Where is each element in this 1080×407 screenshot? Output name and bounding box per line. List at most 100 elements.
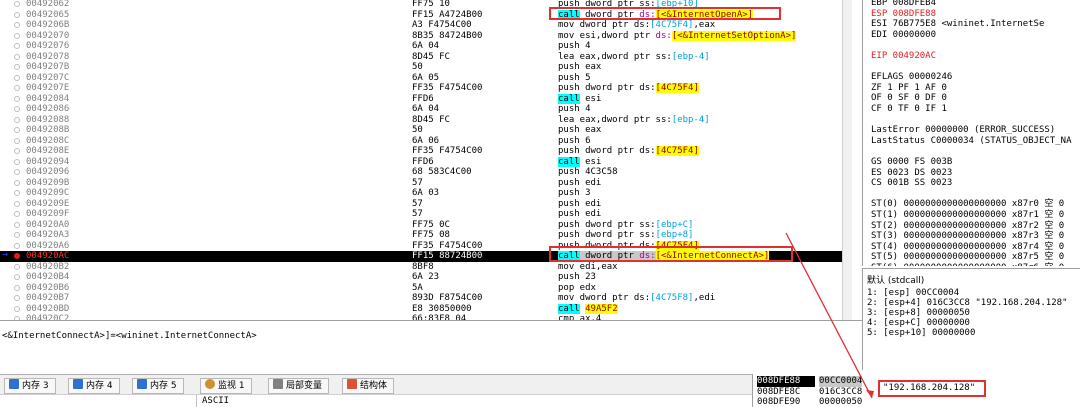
register-line[interactable]: CF 0 TF 0 IF 1 — [871, 104, 947, 115]
gutter[interactable] — [0, 262, 24, 273]
breakpoint-slot-icon[interactable] — [14, 211, 20, 217]
gutter[interactable] — [0, 115, 24, 126]
gutter[interactable] — [0, 293, 24, 304]
instruction-row[interactable]: 00492078 8D45 FC lea eax,dword ptr ss:[ebp… — [0, 52, 851, 63]
register-line[interactable]: ST(3) 0000000000000000000 x87r3 空 0 — [871, 231, 1064, 242]
instruction-row[interactable]: 0049206B A3 F4754C00 mov dword ptr ds:[4C7… — [0, 20, 851, 31]
breakpoint-slot-icon[interactable] — [14, 64, 20, 70]
instruction-row[interactable]: 0049207B 50 push eax — [0, 62, 851, 73]
register-line[interactable]: CS 001B SS 0023 — [871, 178, 952, 189]
breakpoint-slot-icon[interactable] — [14, 305, 20, 312]
breakpoint-slot-icon[interactable] — [14, 127, 20, 133]
gutter[interactable] — [0, 220, 24, 231]
instruction-row[interactable]: 00492070 8B35 84724B00 mov esi,dword ptr d… — [0, 30, 851, 42]
breakpoint-slot-icon[interactable] — [14, 190, 20, 196]
gutter[interactable] — [0, 104, 24, 115]
instruction-row[interactable]: 0049209B 57 push edi — [0, 178, 851, 189]
tab-5[interactable]: 局部变量 — [268, 378, 330, 394]
breakpoint-slot-icon[interactable] — [14, 274, 20, 280]
instruction-row[interactable]: 0049208C 6A 06 push 6 — [0, 136, 851, 147]
gutter[interactable] — [0, 230, 24, 241]
breakpoint-slot-icon[interactable] — [14, 106, 20, 112]
gutter[interactable] — [0, 283, 24, 294]
breakpoint-slot-icon[interactable] — [14, 200, 20, 207]
gutter[interactable] — [0, 31, 24, 42]
gutter[interactable] — [0, 136, 24, 147]
register-line[interactable]: OF 0 SF 0 DF 0 — [871, 93, 947, 104]
instruction-row[interactable]: 0049208E FF35 F4754C00 push dword ptr ds:[… — [0, 146, 851, 157]
instruction-row[interactable]: 004920A0 FF75 0C push dword ptr ss:[ebp+C] — [0, 220, 851, 231]
instruction-row[interactable]: 0049209E 57 push edi — [0, 199, 851, 210]
instruction-row[interactable]: 004920BD E8 30850000 call 49A5F2 — [0, 303, 851, 315]
register-line[interactable]: ST(2) 0000000000000000000 x87r2 空 0 — [871, 221, 1064, 232]
tab-6[interactable]: 结构体 — [342, 378, 395, 394]
register-line[interactable]: EFLAGS 00000246 — [871, 72, 952, 83]
breakpoint-slot-icon[interactable] — [14, 284, 20, 291]
gutter[interactable] — [0, 41, 24, 52]
breakpoint-slot-icon[interactable] — [14, 295, 20, 301]
instruction-row[interactable]: 0049209F 57 push edi — [0, 209, 851, 220]
breakpoint-slot-icon[interactable] — [14, 137, 20, 144]
breakpoint-slot-icon[interactable] — [14, 32, 20, 39]
instruction-row[interactable]: 004920A3 FF75 08 push dword ptr ss:[ebp+8] — [0, 230, 851, 241]
register-line[interactable]: LastStatus C0000034 (STATUS_OBJECT_NA — [871, 136, 1071, 147]
register-line[interactable]: ST(1) 0000000000000000000 x87r1 空 0 — [871, 210, 1064, 221]
disassembly-scrollbar[interactable] — [842, 0, 852, 320]
register-line[interactable]: EDI 00000000 — [871, 30, 936, 41]
instruction-row[interactable]: 004920B2 8BF8 mov edi,eax — [0, 262, 851, 273]
breakpoint-slot-icon[interactable] — [14, 53, 20, 60]
gutter[interactable] — [0, 20, 24, 31]
gutter[interactable] — [0, 209, 24, 220]
register-line[interactable]: ESI 76B775E8 <wininet.InternetSe — [871, 19, 1044, 30]
tab-2[interactable]: 内存 4 — [68, 378, 120, 394]
gutter[interactable] — [0, 304, 24, 315]
gutter[interactable] — [0, 0, 24, 10]
breakpoint-slot-icon[interactable] — [14, 85, 20, 91]
breakpoint-slot-icon[interactable] — [14, 169, 20, 175]
register-line[interactable]: ES 0023 DS 0023 — [871, 168, 952, 179]
breakpoint-icon[interactable] — [14, 253, 20, 259]
call-arguments-pane[interactable]: 默认 (stdcall) 1: [esp] 00CC0004 2: [esp+4]… — [862, 268, 1080, 370]
breakpoint-slot-icon[interactable] — [14, 148, 20, 154]
register-line[interactable]: ST(6) 0000000000000000000 x87r6 空 0 — [871, 263, 1064, 266]
breakpoint-slot-icon[interactable] — [14, 116, 20, 123]
gutter[interactable] — [0, 188, 24, 199]
breakpoint-slot-icon[interactable] — [14, 221, 20, 228]
breakpoint-slot-icon[interactable] — [14, 179, 20, 186]
instruction-row[interactable]: 004920B6 5A pop edx — [0, 283, 851, 294]
gutter[interactable]: → — [0, 249, 24, 262]
tab-4[interactable]: 监视 1 — [200, 378, 252, 394]
instruction-row[interactable]: 00492096 68 583C4C00 push 4C3C58 — [0, 167, 851, 178]
instruction-row[interactable]: 00492094 FFD6 call esi — [0, 156, 851, 168]
instruction-row[interactable]: 00492086 6A 04 push 4 — [0, 104, 851, 115]
instruction-row[interactable]: 0049209C 6A 03 push 3 — [0, 188, 851, 199]
gutter[interactable] — [0, 62, 24, 73]
breakpoint-slot-icon[interactable] — [14, 11, 20, 18]
instruction-row[interactable]: 0049207C 6A 05 push 5 — [0, 73, 851, 84]
instruction-row[interactable]: 004920B7 893D F8754C00 mov dword ptr ds:[4… — [0, 293, 851, 304]
gutter[interactable] — [0, 272, 24, 283]
instruction-row[interactable]: 00492076 6A 04 push 4 — [0, 41, 851, 52]
instruction-row[interactable]: 004920B4 6A 23 push 23 — [0, 272, 851, 283]
gutter[interactable] — [0, 94, 24, 105]
gutter[interactable] — [0, 178, 24, 189]
instruction-row[interactable]: 0049207E FF35 F4754C00 push dword ptr ds:[… — [0, 83, 851, 94]
breakpoint-slot-icon[interactable] — [14, 95, 20, 102]
register-line[interactable]: ST(0) 0000000000000000000 x87r0 空 0 — [871, 199, 1064, 210]
breakpoint-slot-icon[interactable] — [14, 158, 20, 165]
disassembly-pane[interactable]: 00492062 FF75 10 push dword ptr ss:[ebp+10… — [0, 0, 852, 320]
breakpoint-slot-icon[interactable] — [14, 74, 20, 81]
tab-3[interactable]: 内存 5 — [132, 378, 184, 394]
gutter[interactable] — [0, 73, 24, 84]
register-line[interactable]: GS 0000 FS 003B — [871, 157, 952, 168]
breakpoint-slot-icon[interactable] — [14, 1, 20, 7]
register-line[interactable]: ST(5) 0000000000000000000 x87r5 空 0 — [871, 252, 1064, 263]
breakpoint-slot-icon[interactable] — [14, 232, 20, 238]
gutter[interactable] — [0, 125, 24, 136]
instruction-row[interactable]: 0049208B 50 push eax — [0, 125, 851, 136]
breakpoint-slot-icon[interactable] — [14, 242, 20, 249]
gutter[interactable] — [0, 157, 24, 168]
breakpoint-slot-icon[interactable] — [14, 43, 20, 49]
breakpoint-slot-icon[interactable] — [14, 22, 20, 28]
gutter[interactable] — [0, 83, 24, 94]
